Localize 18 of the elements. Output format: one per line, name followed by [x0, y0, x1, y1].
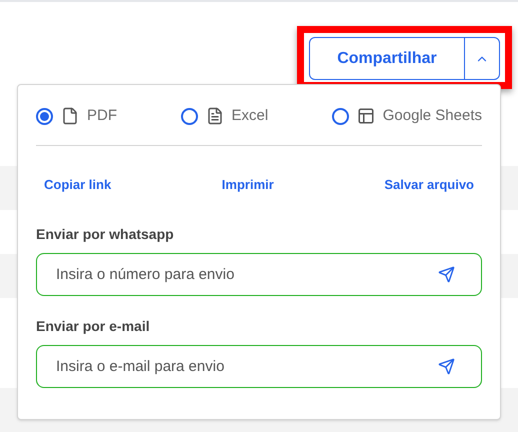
format-radio[interactable]: Google Sheets [332, 104, 482, 128]
layout-icon [356, 107, 375, 125]
input-field[interactable]: Insira o número para envio [36, 253, 482, 296]
radio-button[interactable] [180, 108, 198, 124]
send-icon[interactable] [438, 358, 455, 375]
format-radio[interactable]: PDF [36, 104, 117, 128]
action-link[interactable]: Salvar arquivo [384, 175, 474, 195]
document-icon [206, 107, 224, 125]
send-icon[interactable] [438, 266, 455, 283]
format-radio[interactable]: Excel [180, 104, 268, 128]
radio-button[interactable] [332, 108, 349, 124]
action-link[interactable]: Imprimir [222, 175, 274, 195]
input-field[interactable]: Insira o e-mail para envio [36, 345, 482, 388]
file-icon [61, 107, 79, 125]
field-label: Enviar por e-mail [36, 317, 151, 336]
action-link[interactable]: Copiar link [44, 175, 112, 195]
field-label: Enviar por whatsapp [36, 225, 175, 244]
radio-button[interactable] [36, 108, 53, 124]
